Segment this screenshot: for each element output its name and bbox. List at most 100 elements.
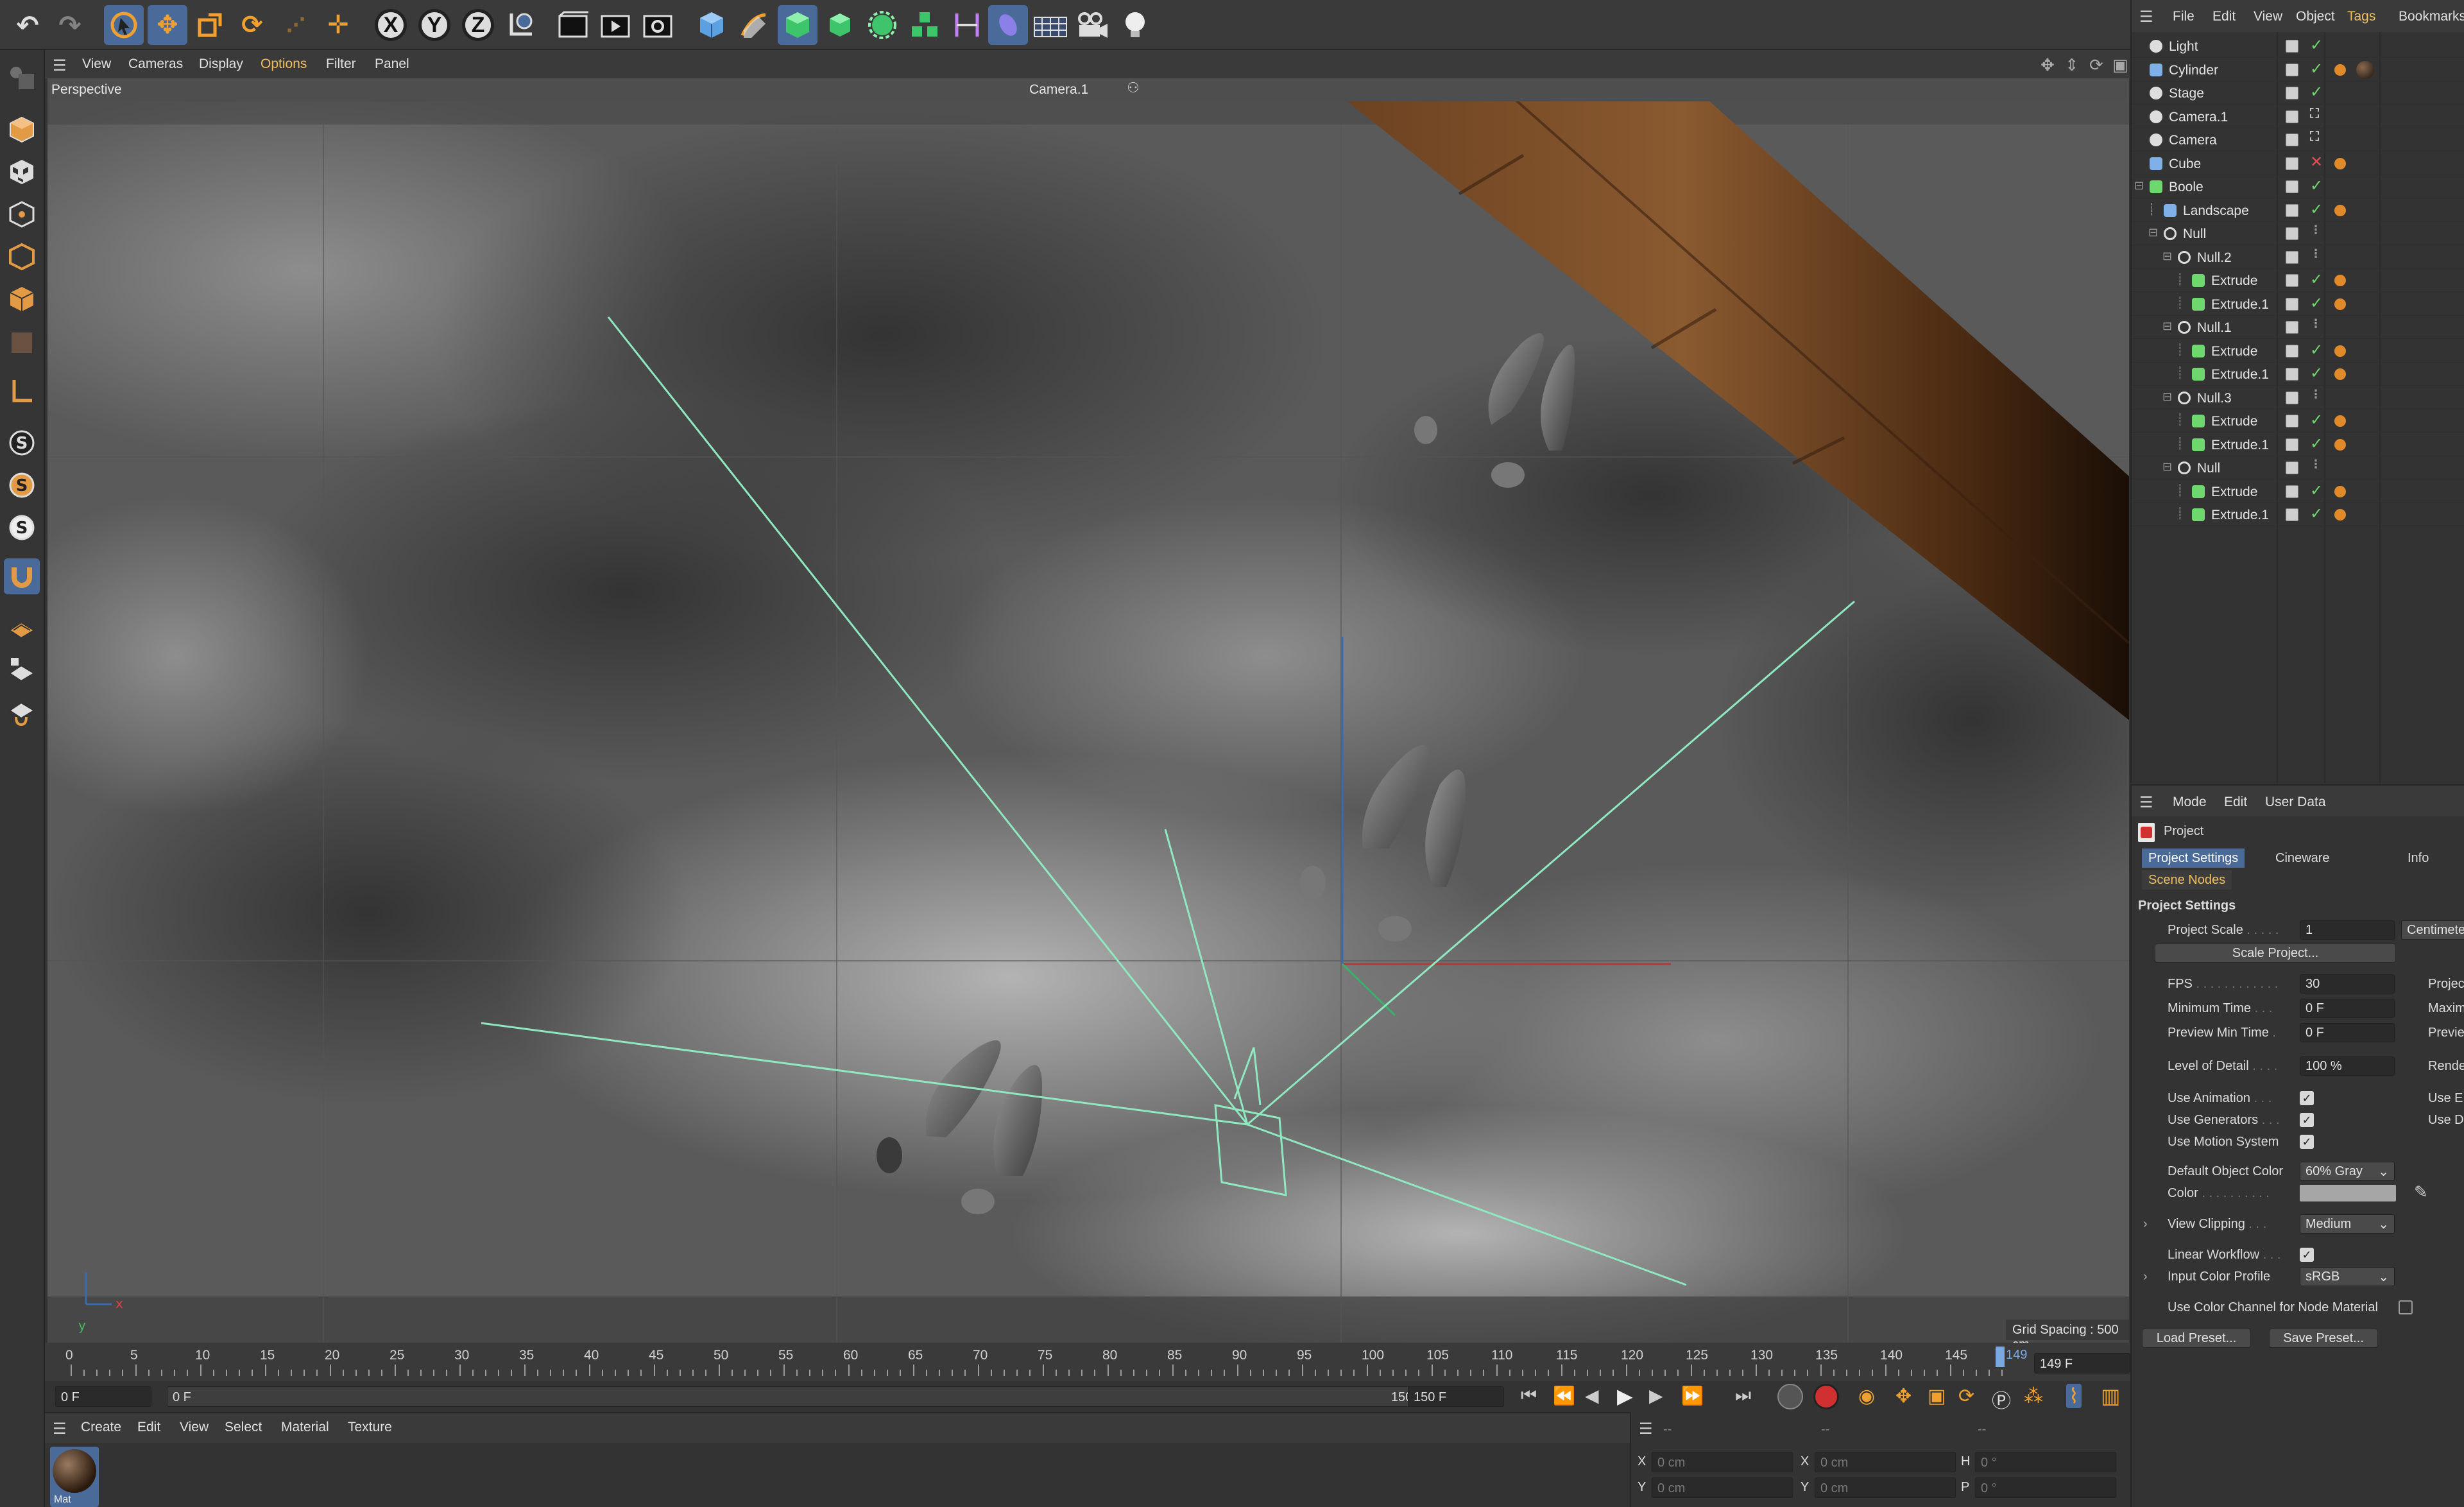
layer-visibility-icon[interactable] xyxy=(2286,87,2298,99)
planar-workplane-icon[interactable] xyxy=(4,694,40,730)
uv-mode-icon[interactable] xyxy=(4,325,40,361)
timeline-ruler[interactable]: 0 5 10 15 20 25 30 35 40 45 50 55 60 65 70 75 80 85 90 95 10… xyxy=(45,1343,2130,1381)
coord-value-field[interactable]: 0 cm xyxy=(1815,1452,1956,1472)
enabled-check-icon[interactable]: ✓ xyxy=(2310,200,2323,219)
generator-icon[interactable] xyxy=(778,5,817,45)
object-menu-bookmarks[interactable]: Bookmarks xyxy=(2399,9,2464,24)
layer-visibility-icon[interactable] xyxy=(2286,227,2298,240)
render-settings-icon[interactable] xyxy=(638,5,678,45)
coord-value-field[interactable]: 0 cm xyxy=(1815,1477,1956,1498)
material-menu-view[interactable]: View xyxy=(180,1420,209,1435)
scale-icon[interactable] xyxy=(190,5,230,45)
coord-value-field[interactable]: 0 ° xyxy=(1975,1477,2116,1498)
object-row[interactable]: ┊ Extrude.1 ✓ xyxy=(2132,503,2464,526)
tree-expander-icon[interactable]: ┊ xyxy=(2148,203,2155,216)
object-row[interactable]: ┊ Extrude.1 ✓ xyxy=(2132,433,2464,456)
render-view-icon[interactable] xyxy=(553,5,593,45)
scale-key-icon[interactable]: ▣ xyxy=(1928,1385,1946,1408)
attribute-menu-edit[interactable]: Edit xyxy=(2224,795,2247,810)
field-icon[interactable] xyxy=(947,5,987,45)
material-hamburger-icon[interactable]: ☰ xyxy=(53,1420,67,1438)
use-animation-checkbox[interactable]: ✓ xyxy=(2300,1091,2314,1105)
keyframe-selection-icon[interactable]: ◉ xyxy=(1858,1385,1875,1408)
tree-expander-icon[interactable]: ┊ xyxy=(2177,437,2184,451)
eyedropper-icon[interactable]: ✎ xyxy=(2414,1182,2428,1202)
rotation-key-icon[interactable]: ⟳ xyxy=(1958,1385,1974,1408)
interpolation-icon[interactable]: ⌇ xyxy=(2066,1384,2082,1408)
object-menu-file[interactable]: File xyxy=(2173,9,2194,24)
load-preset-button[interactable]: Load Preset... xyxy=(2142,1329,2251,1348)
next-frame-icon[interactable]: ▶ xyxy=(1649,1385,1663,1406)
layer-visibility-icon[interactable] xyxy=(2286,203,2298,217)
coord-value-field[interactable]: 0 ° xyxy=(1975,1452,2116,1472)
pan-view-icon[interactable]: ✥ xyxy=(2041,55,2055,75)
recent-tool-icon[interactable]: ⋰ xyxy=(276,5,316,45)
object-row[interactable]: ┊ Extrude ✓ xyxy=(2132,340,2464,363)
object-row[interactable]: ⊟ Null ⋮ xyxy=(2132,222,2464,245)
tree-expander-icon[interactable]: ⊟ xyxy=(2148,226,2158,239)
view-clipping-select[interactable]: Medium ⌄ xyxy=(2300,1214,2395,1234)
object-row[interactable]: ┊ Extrude.1 ✓ xyxy=(2132,363,2464,386)
z-axis-lock-icon[interactable]: Z xyxy=(462,9,494,41)
previous-key-icon[interactable]: ⏪ xyxy=(1553,1385,1575,1406)
object-row[interactable]: Camera.1 ⛶ xyxy=(2132,105,2464,128)
locked-workplane-icon[interactable] xyxy=(4,652,40,688)
camera-activate-icon[interactable]: ⛶ xyxy=(2310,107,2319,121)
attribute-hamburger-icon[interactable]: ☰ xyxy=(2139,793,2153,812)
enabled-check-icon[interactable]: ✓ xyxy=(2310,270,2323,289)
phong-tag-icon[interactable] xyxy=(2334,368,2346,380)
enabled-check-icon[interactable]: ✓ xyxy=(2310,60,2323,78)
tab-project-settings[interactable]: Project Settings xyxy=(2142,848,2245,868)
tree-expander-icon[interactable]: ⊟ xyxy=(2134,179,2144,193)
phong-tag-icon[interactable] xyxy=(2334,298,2346,310)
material-menu-texture[interactable]: Texture xyxy=(348,1420,392,1435)
autokey-icon[interactable] xyxy=(1813,1384,1839,1409)
tree-expander-icon[interactable]: ┊ xyxy=(2177,507,2184,521)
layer-visibility-icon[interactable] xyxy=(2286,297,2298,311)
layer-visibility-icon[interactable] xyxy=(2286,63,2298,76)
viewport-menu-view[interactable]: View xyxy=(82,56,111,72)
min-time-input[interactable]: 0 F xyxy=(2300,999,2395,1018)
move-icon[interactable]: ✥ xyxy=(148,5,187,45)
workplane-icon[interactable] xyxy=(4,610,40,646)
material-swatch[interactable]: Mat xyxy=(50,1447,99,1507)
deformer-icon[interactable] xyxy=(862,5,902,45)
layer-visibility-icon[interactable] xyxy=(2286,110,2298,123)
layer-visibility-icon[interactable] xyxy=(2286,438,2298,451)
zoom-view-icon[interactable]: ⇕ xyxy=(2065,55,2079,75)
texture-mode-icon[interactable] xyxy=(4,154,40,190)
tree-expander-icon[interactable]: ⊟ xyxy=(2162,320,2172,333)
tree-expander-icon[interactable]: ⊟ xyxy=(2162,390,2172,404)
view-clipping-expand-icon[interactable]: › xyxy=(2143,1217,2148,1232)
goto-end-icon[interactable]: ⏭ xyxy=(1735,1385,1751,1406)
play-icon[interactable]: ▶ xyxy=(1617,1384,1633,1408)
object-row[interactable]: ┊ Extrude ✓ xyxy=(2132,409,2464,433)
coords-hamburger-icon[interactable]: ☰ xyxy=(1639,1420,1653,1438)
viewport-menu-display[interactable]: Display xyxy=(199,56,243,72)
object-row[interactable]: ┊ Extrude.1 ✓ xyxy=(2132,293,2464,316)
phong-tag-icon[interactable] xyxy=(2334,438,2346,451)
enabled-check-icon[interactable]: ✓ xyxy=(2310,341,2323,359)
x-axis-lock-icon[interactable]: X xyxy=(375,9,407,41)
enabled-check-icon[interactable]: ✓ xyxy=(2310,481,2323,500)
attribute-menu-user-data[interactable]: User Data xyxy=(2265,795,2326,810)
phong-tag-icon[interactable] xyxy=(2334,275,2346,286)
object-row[interactable]: ┊ Extrude ✓ xyxy=(2132,269,2464,292)
use-motion-system-checkbox[interactable]: ✓ xyxy=(2300,1135,2314,1149)
disabled-x-icon[interactable]: ✕ xyxy=(2310,153,2323,171)
enabled-check-icon[interactable]: ✓ xyxy=(2310,504,2323,523)
object-row[interactable]: ⊟ Null.1 ⋮ xyxy=(2132,316,2464,339)
save-preset-button[interactable]: Save Preset... xyxy=(2269,1329,2378,1348)
project-scale-input[interactable]: 1 xyxy=(2300,920,2395,940)
use-generators-checkbox[interactable]: ✓ xyxy=(2300,1113,2314,1127)
playhead[interactable] xyxy=(1996,1347,2005,1367)
record-active-icon[interactable] xyxy=(1777,1384,1803,1409)
scale-project-button[interactable]: Scale Project... xyxy=(2155,943,2396,963)
attribute-menu-mode[interactable]: Mode xyxy=(2173,795,2207,810)
viewport-menu-options[interactable]: Options xyxy=(261,56,307,72)
polygons-mode-icon[interactable] xyxy=(4,281,40,317)
floor-grid-icon[interactable] xyxy=(1031,5,1070,45)
material-tag-icon[interactable] xyxy=(2356,60,2374,79)
transform-icon[interactable]: ✛ xyxy=(318,5,358,45)
solo-single-icon[interactable]: S xyxy=(4,467,40,503)
